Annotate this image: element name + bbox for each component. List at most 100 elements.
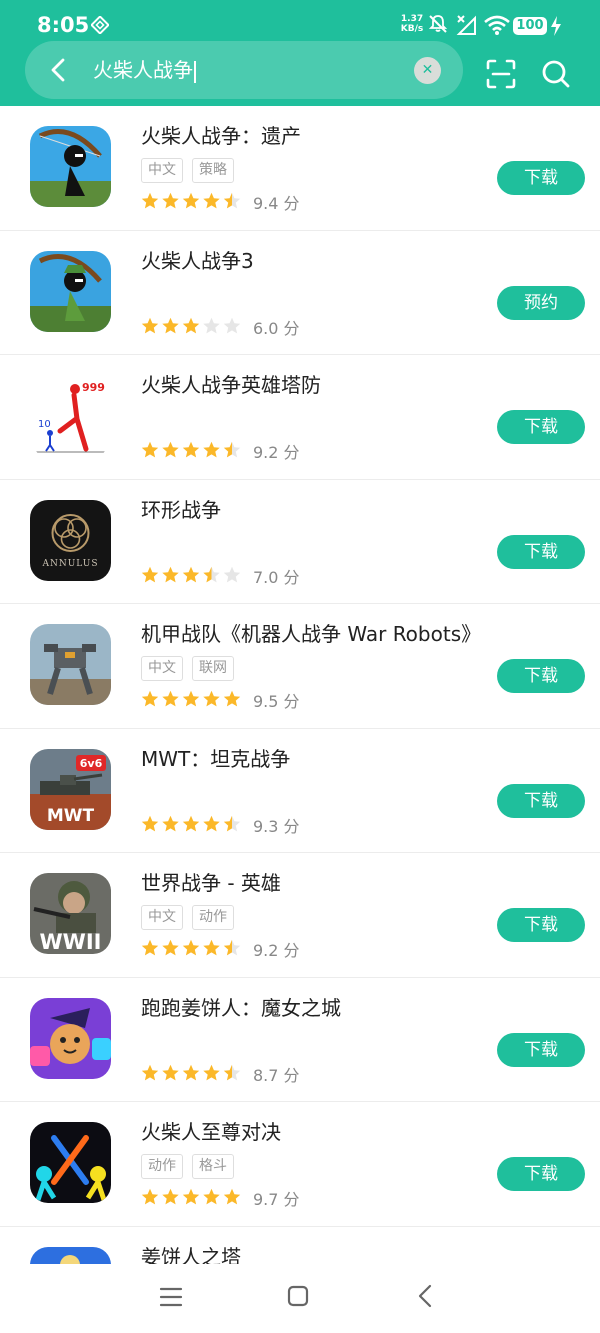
net-speed-unit: KB/s [400,24,424,34]
list-item[interactable]: 火柴人至尊对决 动作 格斗 9.7 分 下载 [0,1102,600,1227]
list-item[interactable]: 火柴人战争：遗产 中文 策略 9.4 分 下载 [0,106,600,231]
star-icon [141,1188,159,1205]
app-title: 机甲战队《机器人战争 War Robots》 [141,622,482,646]
star-icon [162,192,179,209]
app-icon-annulus[interactable]: ANNULUS [30,499,111,581]
app-icon-mwt-tank-battles[interactable]: 6v6 MWT [30,748,111,830]
score: 9.2 分 [253,941,300,960]
star-icon [182,317,200,333]
star-icon [182,192,200,209]
search-icon[interactable] [540,58,572,90]
tag-group: 中文 联网 [141,656,243,681]
reserve-button[interactable]: 预约 [497,285,585,320]
back-icon[interactable] [414,1284,438,1308]
app-icon-world-war-heroes[interactable]: WWII [30,873,111,954]
star-icon [162,441,179,458]
star-icon [141,192,159,209]
star-icon [203,1188,220,1205]
star-icon [223,815,241,831]
download-button[interactable]: 下载 [497,1157,585,1191]
star-icon [182,939,200,956]
download-button[interactable]: 下载 [497,534,585,569]
star-rating [141,566,241,582]
star-rating [141,815,241,831]
tag-group: 中文 动作 [141,905,243,930]
download-button[interactable]: 下载 [497,410,585,444]
star-icon [141,441,159,458]
star-icon [223,317,241,333]
list-item[interactable]: ANNULUS 环形战争 7.0 分 下载 [0,480,600,604]
download-button[interactable]: 下载 [497,161,585,195]
home-icon[interactable] [286,1284,310,1308]
score: 9.2 分 [253,443,300,462]
tag-group: 动作 格斗 [141,1154,243,1179]
score: 7.0 分 [253,567,300,587]
app-icon-stickman-hero-td[interactable]: 999 10 [30,375,111,456]
app-title: 火柴人战争英雄塔防 [141,373,321,397]
list-item[interactable]: 跑跑姜饼人：魔女之城 8.7 分 下载 [0,978,600,1102]
tag: 中文 [141,656,183,681]
list-item[interactable]: 999 10 火柴人战争英雄塔防 9.2 分 下载 [0,355,600,480]
system-nav-bar [0,1264,600,1333]
clear-icon[interactable]: ✕ [414,57,441,84]
star-icon [162,317,179,333]
star-icon [203,317,220,333]
score: 8.7 分 [253,1065,300,1085]
app-icon-supreme-duelist[interactable] [30,1122,111,1203]
star-icon [182,815,200,831]
scan-icon[interactable] [485,58,517,90]
charging-icon [551,16,561,36]
app-title: 火柴人战争3 [141,248,254,273]
star-icon [182,690,200,707]
star-rating [141,939,241,956]
app-title: 环形战争 [141,497,221,522]
star-icon [223,192,241,209]
app-title: 姜饼人之塔 [141,1244,241,1265]
download-button[interactable]: 下载 [497,783,585,818]
app-icon-cookie-run-witch[interactable] [30,997,111,1079]
star-icon [203,690,220,707]
star-icon [223,1064,241,1080]
search-bar: 火柴人战争 ✕ [25,41,463,99]
app-title: 世界战争 - 英雄 [141,871,281,895]
star-icon [203,815,220,831]
battery-indicator: 100 [513,17,547,35]
search-results-list[interactable]: 火柴人战争：遗产 中文 策略 9.4 分 下载 火柴人战争3 6.0 分 预约 … [0,106,600,1264]
app-title: MWT：坦克战争 [141,746,291,771]
star-icon [182,441,200,458]
tag: 动作 [192,905,234,930]
app-icon-stick-war-3[interactable] [30,250,111,332]
search-input[interactable]: 火柴人战争 [93,55,196,85]
list-item[interactable]: 机甲战队《机器人战争 War Robots》 中文 联网 9.5 分 下载 [0,604,600,729]
tag: 格斗 [192,1154,234,1179]
app-icon-cookie-tower[interactable] [30,1246,111,1264]
icon-text-10: 10 [38,419,51,430]
star-icon [203,566,220,582]
star-rating [141,1188,241,1205]
star-icon [203,939,220,956]
star-icon [162,815,179,831]
net-speed: 1.37 KB/s [398,14,426,34]
download-button[interactable]: 下载 [497,908,585,942]
net-speed-value: 1.37 [400,14,424,24]
back-icon[interactable] [45,56,73,84]
app-icon-war-robots[interactable] [30,624,111,705]
star-icon [162,690,179,707]
list-item[interactable]: 6v6 MWT MWT：坦克战争 9.3 分 下载 [0,729,600,853]
star-rating [141,192,241,209]
list-item[interactable]: WWII 世界战争 - 英雄 中文 动作 9.2 分 下载 [0,853,600,978]
app-title: 跑跑姜饼人：魔女之城 [141,995,341,1020]
icon-text-wwii: WWII [40,930,102,954]
score: 9.4 分 [253,194,300,213]
list-item[interactable]: 姜饼人之塔 [0,1227,600,1265]
download-button[interactable]: 下载 [497,1032,585,1067]
list-item[interactable]: 火柴人战争3 6.0 分 预约 [0,231,600,355]
star-rating [141,317,241,333]
menu-icon[interactable] [159,1285,183,1309]
mute-bell-icon [428,15,448,33]
download-button[interactable]: 下载 [497,659,585,693]
app-icon-stick-war-legacy[interactable] [30,126,111,207]
star-icon [223,1188,241,1205]
score: 6.0 分 [253,318,300,338]
app-title: 火柴人至尊对决 [141,1120,281,1144]
